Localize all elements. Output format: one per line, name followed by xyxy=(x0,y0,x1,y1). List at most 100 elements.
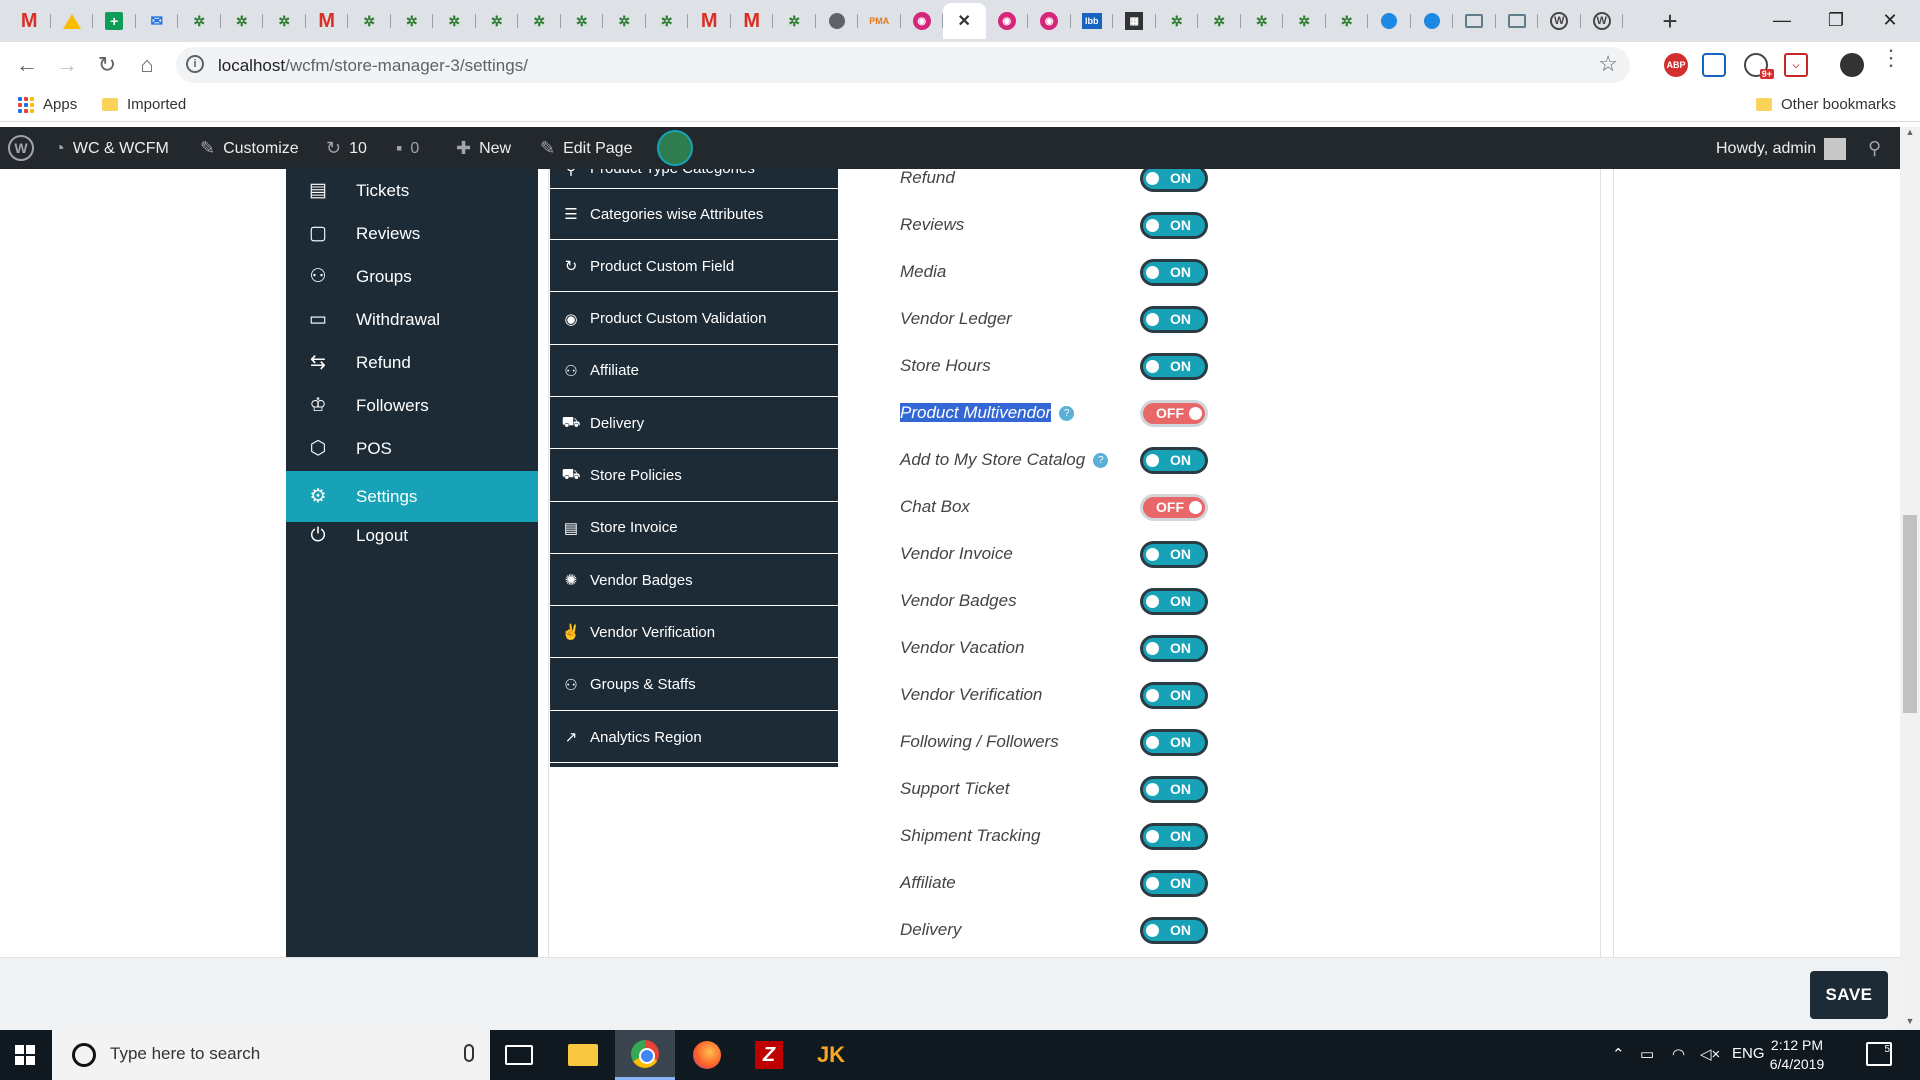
tab[interactable] xyxy=(1368,6,1411,36)
reload-button[interactable]: ↻ xyxy=(92,50,122,80)
microphone-icon[interactable] xyxy=(464,1044,474,1062)
page-scrollbar[interactable]: ▲ ▼ xyxy=(1900,127,1920,1030)
toggle-store-hours[interactable]: ON xyxy=(1140,353,1208,380)
clock[interactable]: 2:12 PM 6/4/2019 xyxy=(1762,1036,1832,1074)
toggle-vendor-verification[interactable]: ON xyxy=(1140,682,1208,709)
updates-link[interactable]: ↻ 10 xyxy=(326,138,367,159)
language-indicator[interactable]: ENG xyxy=(1732,1045,1765,1062)
taskbar-search[interactable]: Type here to search xyxy=(52,1030,490,1080)
toggle-vendor-ledger[interactable]: ON xyxy=(1140,306,1208,333)
info-icon[interactable]: i xyxy=(186,55,204,73)
tab[interactable]: M xyxy=(306,6,349,36)
firefox-app[interactable] xyxy=(677,1030,737,1080)
tab[interactable]: ✲ xyxy=(603,6,646,36)
tab[interactable] xyxy=(1496,6,1539,36)
tray-chevron-icon[interactable]: ⌃ xyxy=(1612,1045,1625,1063)
browser-menu-icon[interactable]: ⋮ xyxy=(1880,47,1902,69)
tab[interactable]: ✲ xyxy=(263,6,306,36)
toggle-reviews[interactable]: ON xyxy=(1140,212,1208,239)
battery-icon[interactable]: ▭ xyxy=(1640,1045,1654,1063)
settings-menu-vendor-badges[interactable]: ✺ Vendor Badges xyxy=(550,555,838,607)
toggle-chat-box[interactable]: OFF xyxy=(1140,494,1208,521)
wifi-icon[interactable]: ◠ xyxy=(1672,1045,1685,1063)
back-button[interactable]: ← xyxy=(12,50,42,80)
settings-menu-categories-wise-attributes[interactable]: ☰ Categories wise Attributes xyxy=(550,189,838,240)
chrome-app[interactable] xyxy=(615,1030,675,1080)
toggle-following-followers[interactable]: ON xyxy=(1140,729,1208,756)
chat-extension-icon[interactable]: 9+ xyxy=(1744,53,1774,79)
settings-menu-delivery[interactable]: ⛟ Delivery xyxy=(550,398,838,450)
tab[interactable]: ✲ xyxy=(178,6,221,36)
tab[interactable]: ✲ xyxy=(1326,6,1369,36)
tab[interactable]: ✲ xyxy=(561,6,604,36)
adblock-extension-icon[interactable]: ABP xyxy=(1664,53,1688,77)
toggle-shipment-tracking[interactable]: ON xyxy=(1140,823,1208,850)
url-text[interactable]: localhost/wcfm/store-manager-3/settings/ xyxy=(218,56,528,76)
tab[interactable]: ✲ xyxy=(476,6,519,36)
tab[interactable]: + xyxy=(93,6,136,36)
home-button[interactable]: ⌂ xyxy=(132,50,162,80)
new-tab-button[interactable]: + xyxy=(1655,7,1685,37)
tab[interactable]: ▦ xyxy=(1113,6,1156,36)
tab[interactable]: M xyxy=(8,6,51,36)
comments-link[interactable]: ▪ 0 xyxy=(396,138,419,159)
settings-menu-product-custom-field[interactable]: ↻ Product Custom Field xyxy=(550,241,838,293)
filezilla-app[interactable]: Z xyxy=(739,1030,799,1080)
tab[interactable] xyxy=(51,6,94,36)
toggle-product-multivendor[interactable]: OFF xyxy=(1140,400,1208,427)
menu-item-logout[interactable]: ⏻ Logout xyxy=(286,514,538,557)
tab[interactable] xyxy=(1411,6,1454,36)
settings-menu-analytics-region[interactable]: ↗ Analytics Region xyxy=(550,712,838,763)
scroll-up-icon[interactable]: ▲ xyxy=(1900,127,1920,141)
task-view-icon[interactable] xyxy=(505,1045,533,1065)
settings-menu-vendor-verification[interactable]: ✌ Vendor Verification xyxy=(550,607,838,659)
menu-item-refund[interactable]: ⇆ Refund xyxy=(286,341,538,384)
tab[interactable]: W xyxy=(1581,6,1624,36)
minimize-button[interactable]: — xyxy=(1754,0,1810,40)
menu-item-reviews[interactable]: ▢ Reviews xyxy=(286,212,538,255)
bookmark-other[interactable]: Other bookmarks xyxy=(1756,96,1896,113)
toggle-affiliate[interactable]: ON xyxy=(1140,870,1208,897)
tab[interactable]: W xyxy=(1538,6,1581,36)
tab[interactable]: ✲ xyxy=(518,6,561,36)
help-icon[interactable]: ? xyxy=(1093,453,1109,469)
tab[interactable]: PMA xyxy=(858,6,901,36)
account-menu[interactable]: Howdy, admin xyxy=(1716,138,1847,160)
customize-link[interactable]: ✎ Customize xyxy=(200,138,299,159)
toggle-vendor-vacation[interactable]: ON xyxy=(1140,635,1208,662)
menu-item-groups[interactable]: ⚇ Groups xyxy=(286,255,538,298)
settings-menu-store-policies[interactable]: ⛟ Store Policies xyxy=(550,451,838,502)
tab-active[interactable]: ✕ xyxy=(943,3,986,39)
tab[interactable]: M xyxy=(688,6,731,36)
toggle-vendor-invoice[interactable]: ON xyxy=(1140,541,1208,568)
menu-item-withdrawal[interactable]: ▭ Withdrawal xyxy=(286,298,538,341)
tab[interactable]: ◉ xyxy=(986,6,1029,36)
tab[interactable]: ✲ xyxy=(1156,6,1199,36)
close-icon[interactable]: ✕ xyxy=(955,12,973,30)
forward-button[interactable]: → xyxy=(52,50,82,80)
tab[interactable]: ✲ xyxy=(348,6,391,36)
close-window-button[interactable]: ✕ xyxy=(1862,0,1918,40)
toggle-support-ticket[interactable]: ON xyxy=(1140,776,1208,803)
bookmark-apps[interactable]: Apps xyxy=(18,96,77,113)
bookmark-star-icon[interactable]: ☆ xyxy=(1598,51,1618,77)
tab[interactable] xyxy=(816,6,859,36)
settings-menu-store-invoice[interactable]: ▤ Store Invoice xyxy=(550,503,838,554)
tab[interactable]: ✲ xyxy=(1198,6,1241,36)
site-name-link[interactable]: ◔ WC & WCFM xyxy=(54,138,169,159)
volume-icon[interactable]: ◁× xyxy=(1700,1045,1720,1063)
tab[interactable]: M xyxy=(731,6,774,36)
settings-menu-groups-staffs[interactable]: ⚇ Groups & Staffs xyxy=(550,660,838,711)
menu-item-tickets[interactable]: ▤ Tickets xyxy=(286,169,538,212)
tab[interactable]: ✲ xyxy=(646,6,689,36)
help-icon[interactable]: ? xyxy=(1059,406,1075,422)
toggle-refund[interactable]: ON xyxy=(1140,169,1208,192)
save-button[interactable]: SAVE xyxy=(1810,971,1888,1019)
tab[interactable]: ✲ xyxy=(1241,6,1284,36)
tab[interactable]: ✲ xyxy=(773,6,816,36)
settings-menu-product-type-categories[interactable]: ⚲ Product Type Categories xyxy=(550,169,838,189)
settings-menu-affiliate[interactable]: ⚇ Affiliate xyxy=(550,346,838,397)
menu-item-followers[interactable]: ♔ Followers xyxy=(286,384,538,427)
screenshot-extension-icon[interactable] xyxy=(1702,53,1726,77)
settings-menu-product-custom-validation[interactable]: ◉ Product Custom Validation xyxy=(550,294,838,345)
